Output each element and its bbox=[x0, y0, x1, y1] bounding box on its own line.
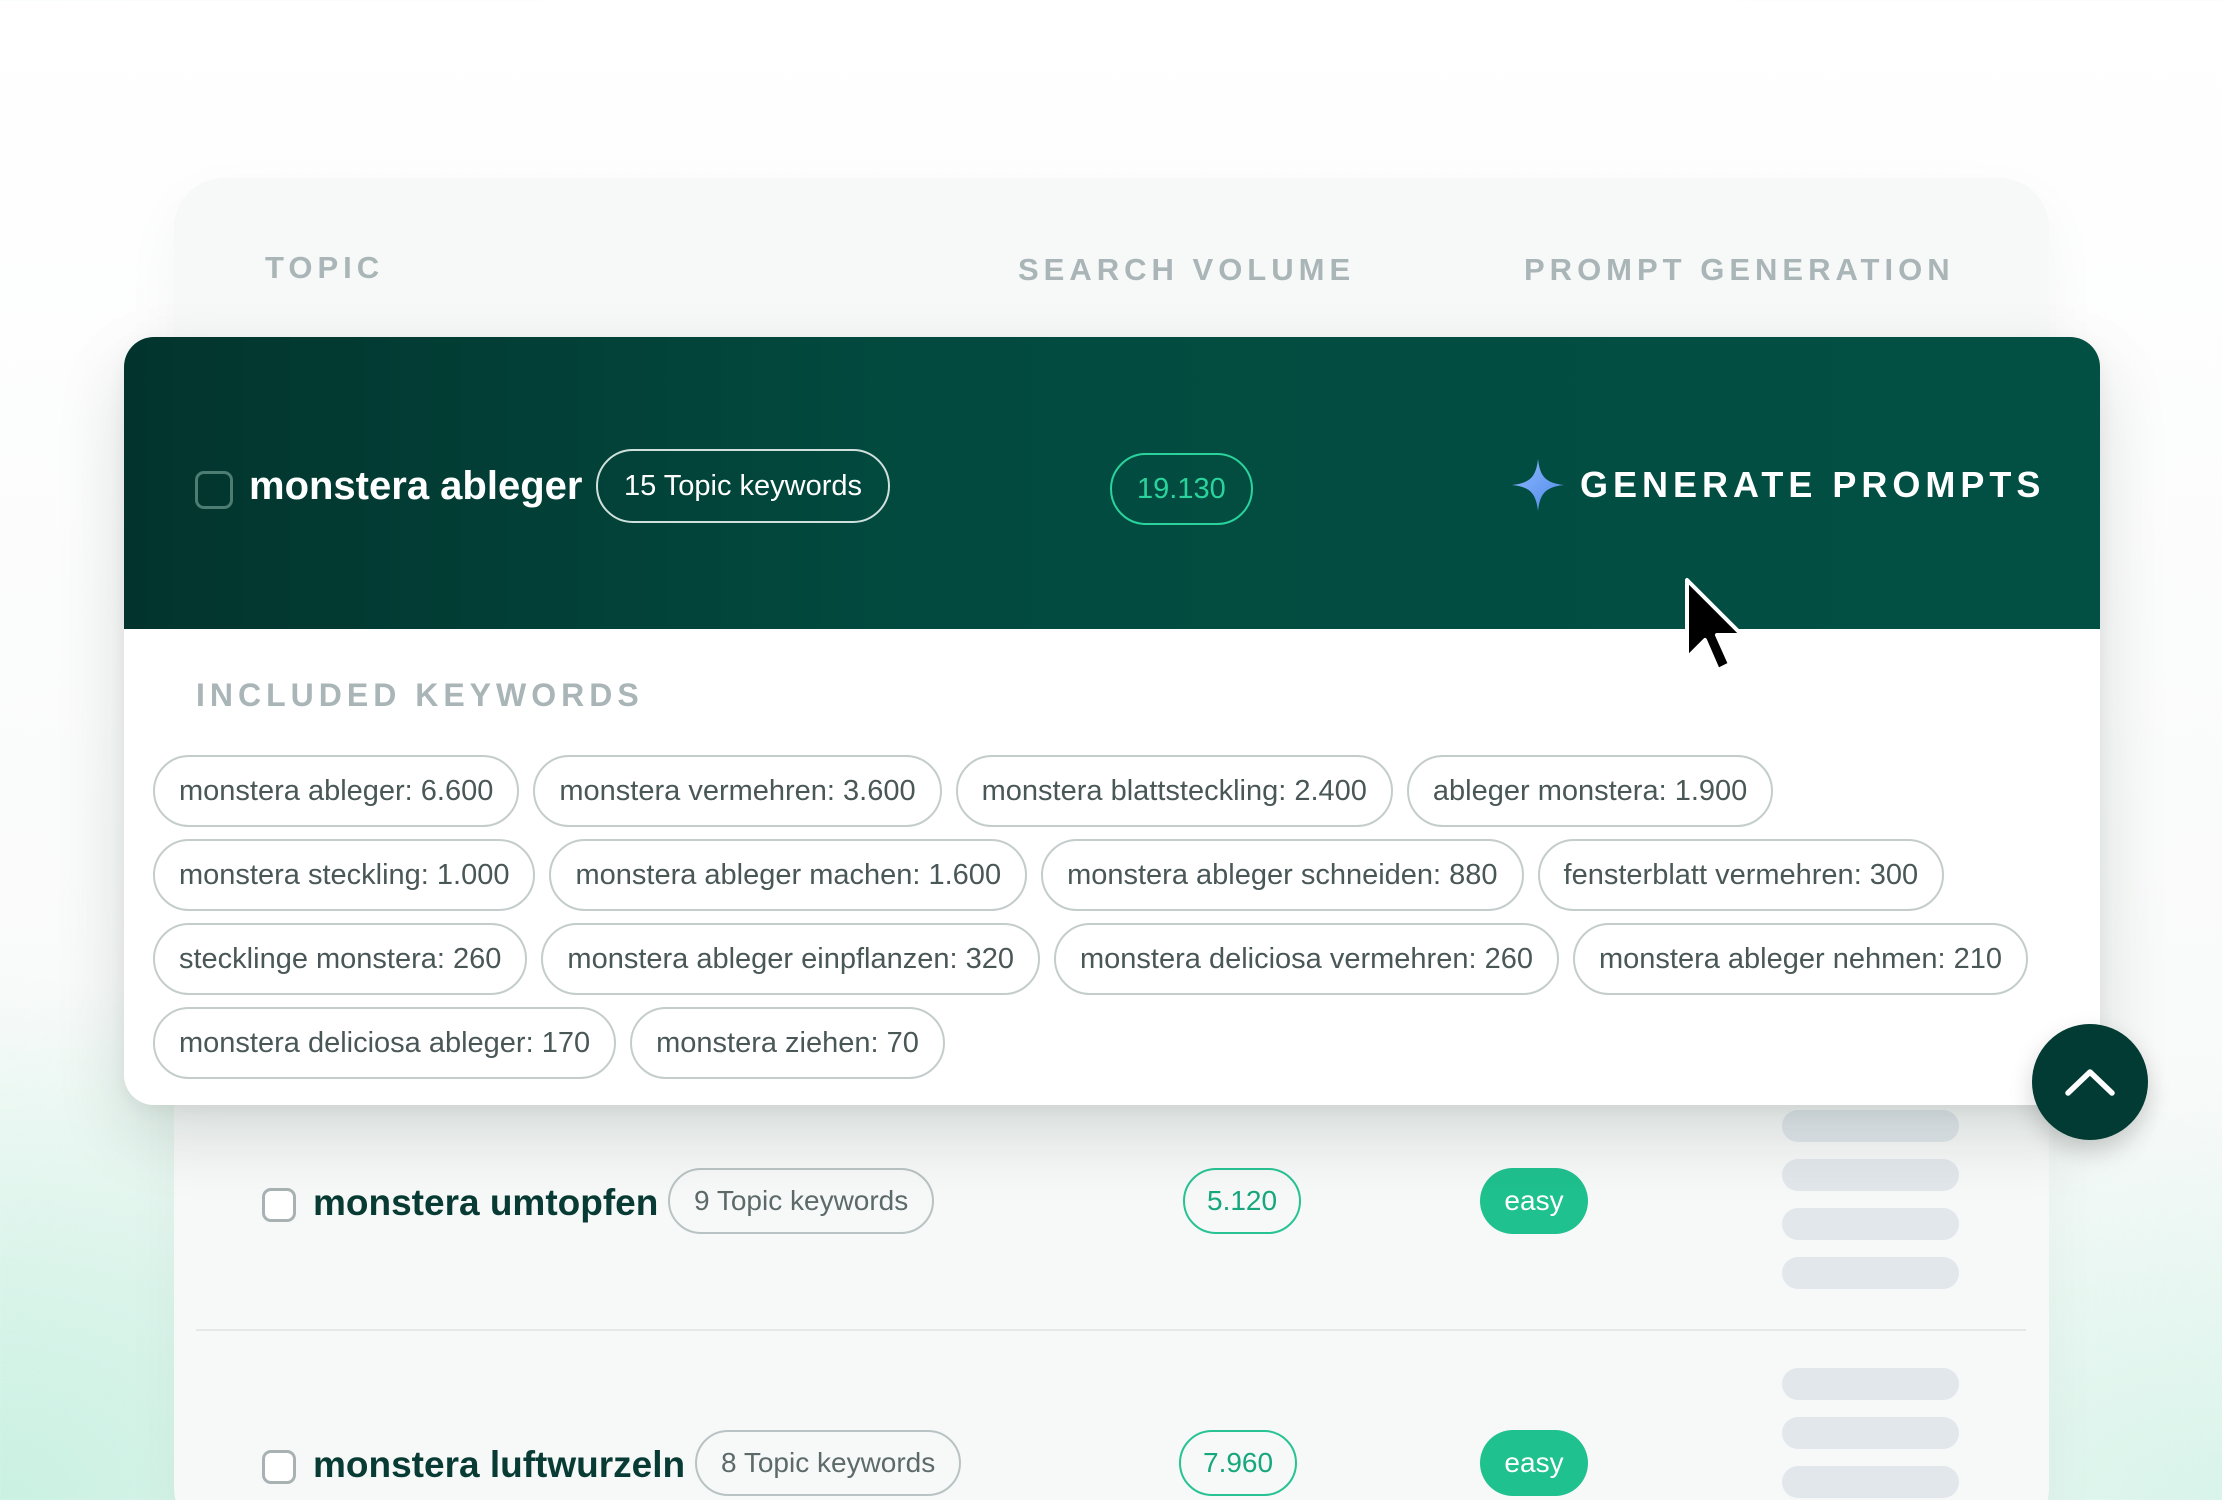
topic-keywords-badge[interactable]: 15 Topic keywords bbox=[596, 449, 891, 523]
generate-prompts-label: GENERATE PROMPTS bbox=[1580, 464, 2046, 505]
search-volume-badge: 19.130 bbox=[1110, 453, 1253, 525]
chevron-up-icon bbox=[2065, 1069, 2115, 1096]
loading-skeleton bbox=[1782, 1466, 1959, 1498]
keyword-chip[interactable]: monstera ableger: 6.600 bbox=[153, 755, 520, 827]
topic-keywords-badge[interactable]: 8 Topic keywords bbox=[695, 1430, 962, 1496]
row-divider bbox=[196, 1329, 2026, 1331]
loading-skeleton bbox=[1782, 1110, 1959, 1142]
topic-checkbox[interactable] bbox=[195, 471, 233, 509]
scroll-up-button[interactable] bbox=[2032, 1024, 2148, 1140]
topic-keywords-badge[interactable]: 9 Topic keywords bbox=[668, 1168, 935, 1234]
included-keywords-list: monstera ableger: 6.600 monstera vermehr… bbox=[153, 755, 2073, 1091]
search-volume-badge: 7.960 bbox=[1179, 1430, 1298, 1496]
column-header-topic: TOPIC bbox=[265, 250, 385, 285]
row-checkbox[interactable] bbox=[262, 1188, 296, 1222]
difficulty-badge: easy bbox=[1480, 1168, 1588, 1234]
keyword-chip[interactable]: monstera steckling: 1.000 bbox=[153, 839, 536, 911]
row-checkbox[interactable] bbox=[262, 1450, 296, 1484]
keyword-chip[interactable]: monstera blattsteckling: 2.400 bbox=[955, 755, 1393, 827]
keyword-chip[interactable]: fensterblatt vermehren: 300 bbox=[1537, 839, 1945, 911]
row-topic-title: monstera luftwurzeln bbox=[313, 1444, 686, 1485]
loading-skeleton bbox=[1782, 1368, 1959, 1400]
mouse-pointer-icon bbox=[1685, 578, 1744, 672]
table-row[interactable]: monstera luftwurzeln 8 Topic keywords 7.… bbox=[174, 1362, 2049, 1500]
expanded-topic-card: monstera ableger 15 Topic keywords 19.13… bbox=[124, 337, 2100, 1105]
keyword-chip[interactable]: monstera deliciosa ableger: 170 bbox=[153, 1007, 617, 1079]
keyword-chip[interactable]: monstera ziehen: 70 bbox=[630, 1007, 945, 1079]
keyword-chip[interactable]: monstera deliciosa vermehren: 260 bbox=[1054, 923, 1559, 995]
table-row[interactable]: monstera umtopfen 9 Topic keywords 5.120… bbox=[174, 1100, 2049, 1300]
loading-skeleton bbox=[1782, 1417, 1959, 1449]
included-keywords-heading: INCLUDED KEYWORDS bbox=[196, 677, 644, 713]
sparkle-icon bbox=[1512, 459, 1564, 511]
difficulty-badge: easy bbox=[1480, 1430, 1588, 1496]
keyword-chip[interactable]: monstera ableger schneiden: 880 bbox=[1041, 839, 1524, 911]
search-volume-badge: 5.120 bbox=[1183, 1168, 1302, 1234]
keyword-chip[interactable]: monstera ableger nehmen: 210 bbox=[1572, 923, 2029, 995]
loading-skeleton bbox=[1782, 1257, 1959, 1289]
loading-skeleton bbox=[1782, 1208, 1959, 1240]
column-header-search-volume: SEARCH VOLUME bbox=[1018, 252, 1356, 287]
keyword-chip[interactable]: monstera ableger einpflanzen: 320 bbox=[541, 923, 1040, 995]
topic-title: monstera ableger bbox=[249, 464, 583, 508]
generate-prompts-button[interactable]: GENERATE PROMPTS bbox=[1510, 447, 2045, 523]
keyword-chip[interactable]: monstera ableger machen: 1.600 bbox=[549, 839, 1028, 911]
row-topic-title: monstera umtopfen bbox=[313, 1182, 659, 1223]
keyword-chip[interactable]: ableger monstera: 1.900 bbox=[1406, 755, 1774, 827]
loading-skeleton bbox=[1782, 1159, 1959, 1191]
column-header-prompt-generation: PROMPT GENERATION bbox=[1524, 252, 1955, 287]
keyword-chip[interactable]: monstera vermehren: 3.600 bbox=[533, 755, 942, 827]
keyword-chip[interactable]: stecklinge monstera: 260 bbox=[153, 923, 528, 995]
expanded-topic-header[interactable]: monstera ableger 15 Topic keywords 19.13… bbox=[124, 337, 2100, 629]
